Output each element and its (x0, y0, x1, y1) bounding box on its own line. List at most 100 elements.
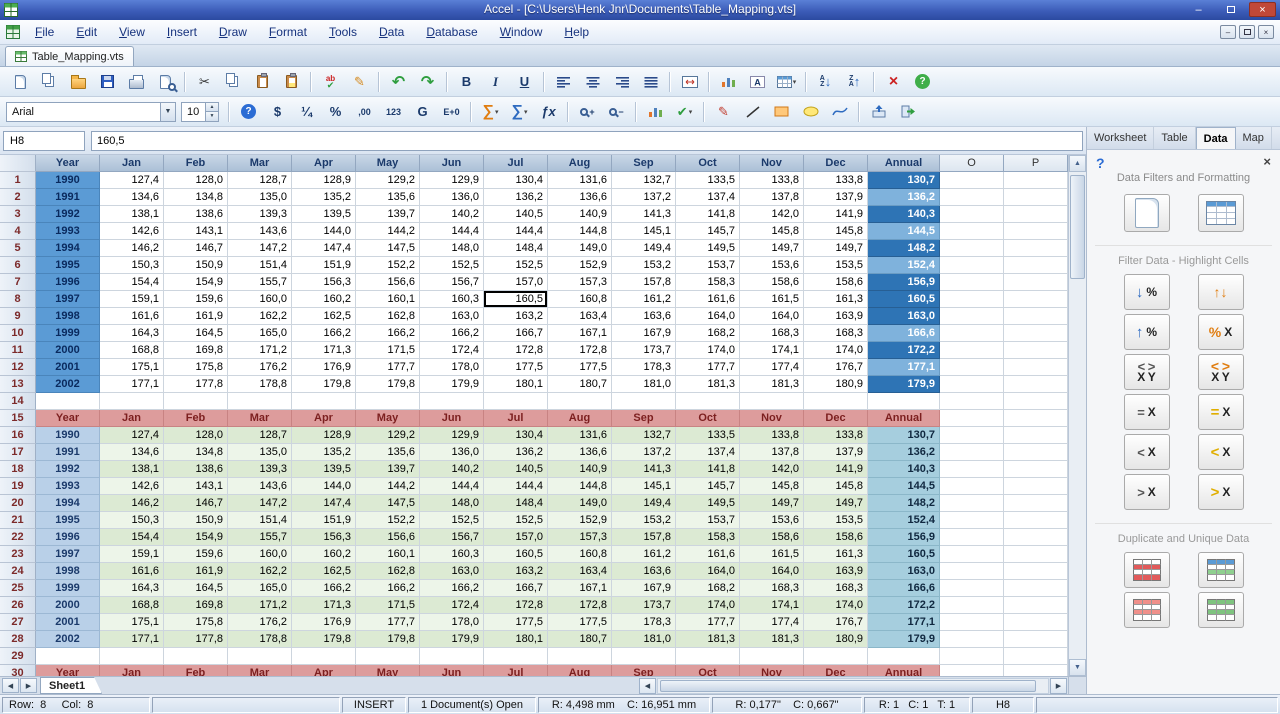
cell-L15[interactable]: Nov (740, 410, 804, 427)
cell-B30[interactable]: Jan (100, 665, 164, 676)
row-header-3[interactable]: 3 (0, 206, 36, 223)
cell-H5[interactable]: 148,4 (484, 240, 548, 257)
cell-O14[interactable] (940, 393, 1004, 410)
export-data-button[interactable] (894, 100, 921, 124)
cell-D1[interactable]: 128,7 (228, 172, 292, 189)
cell-K24[interactable]: 164,0 (676, 563, 740, 580)
cell-C16[interactable]: 128,0 (164, 427, 228, 444)
cell-D30[interactable]: Mar (228, 665, 292, 676)
window-minimize-button[interactable]: – (1185, 2, 1212, 17)
cell-P22[interactable] (1004, 529, 1068, 546)
menu-draw[interactable]: Draw (208, 25, 258, 39)
cell-I24[interactable]: 163,4 (548, 563, 612, 580)
column-header-B[interactable]: Jan (100, 155, 164, 172)
cell-H24[interactable]: 163,2 (484, 563, 548, 580)
cell-J18[interactable]: 141,3 (612, 461, 676, 478)
cell-K6[interactable]: 153,7 (676, 257, 740, 274)
cell-J21[interactable]: 153,2 (612, 512, 676, 529)
cell-L28[interactable]: 181,3 (740, 631, 804, 648)
scroll-down-icon[interactable]: ▼ (1069, 659, 1086, 676)
cell-F8[interactable]: 160,1 (356, 291, 420, 308)
cell-K12[interactable]: 177,7 (676, 359, 740, 376)
cell-L9[interactable]: 164,0 (740, 308, 804, 325)
row-header-1[interactable]: 1 (0, 172, 36, 189)
cell-H18[interactable]: 140,5 (484, 461, 548, 478)
greater-than-x-highlight-button[interactable]: >X (1198, 474, 1244, 510)
top-percent-button[interactable]: ↑% (1124, 314, 1170, 350)
cell-O2[interactable] (940, 189, 1004, 206)
hscroll-left-icon[interactable]: ◀ (639, 678, 656, 694)
cell-D27[interactable]: 176,2 (228, 614, 292, 631)
cell-J16[interactable]: 132,7 (612, 427, 676, 444)
cell-I14[interactable] (548, 393, 612, 410)
cell-P16[interactable] (1004, 427, 1068, 444)
cell-C30[interactable]: Feb (164, 665, 228, 676)
cell-C9[interactable]: 161,9 (164, 308, 228, 325)
cell-D26[interactable]: 171,2 (228, 597, 292, 614)
cell-H27[interactable]: 177,5 (484, 614, 548, 631)
cell-H12[interactable]: 177,5 (484, 359, 548, 376)
row-header-20[interactable]: 20 (0, 495, 36, 512)
cell-G18[interactable]: 140,2 (420, 461, 484, 478)
font-size-spinner[interactable]: ▲▼ (205, 103, 218, 121)
cell-O4[interactable] (940, 223, 1004, 240)
menu-format[interactable]: Format (258, 25, 318, 39)
redo-button[interactable]: ↷ (414, 70, 441, 94)
cell-B15[interactable]: Jan (100, 410, 164, 427)
cell-O21[interactable] (940, 512, 1004, 529)
cell-O19[interactable] (940, 478, 1004, 495)
extract-unique-rows-button[interactable] (1198, 592, 1244, 628)
cell-E4[interactable]: 144,0 (292, 223, 356, 240)
menu-insert[interactable]: Insert (156, 25, 208, 39)
cell-A3[interactable]: 1992 (36, 206, 100, 223)
cell-O29[interactable] (940, 648, 1004, 665)
cell-O30[interactable] (940, 665, 1004, 676)
align-left-button[interactable] (550, 70, 577, 94)
cell-G5[interactable]: 148,0 (420, 240, 484, 257)
paste-button[interactable] (249, 70, 276, 94)
cell-G13[interactable]: 179,9 (420, 376, 484, 393)
cell-K13[interactable]: 181,3 (676, 376, 740, 393)
cell-H14[interactable] (484, 393, 548, 410)
data-validation-button[interactable]: ✔▾ (671, 100, 698, 124)
cell-I25[interactable]: 167,1 (548, 580, 612, 597)
column-header-O[interactable]: O (940, 155, 1004, 172)
cell-E22[interactable]: 156,3 (292, 529, 356, 546)
cell-H10[interactable]: 166,7 (484, 325, 548, 342)
cell-N2[interactable]: 136,2 (868, 189, 940, 206)
cell-L25[interactable]: 168,3 (740, 580, 804, 597)
cell-L17[interactable]: 137,8 (740, 444, 804, 461)
cell-D15[interactable]: Mar (228, 410, 292, 427)
cell-J22[interactable]: 157,8 (612, 529, 676, 546)
scientific-format-button[interactable]: E+0 (438, 100, 465, 124)
cell-I17[interactable]: 136,6 (548, 444, 612, 461)
cell-G3[interactable]: 140,2 (420, 206, 484, 223)
cell-A10[interactable]: 1999 (36, 325, 100, 342)
cell-J17[interactable]: 137,2 (612, 444, 676, 461)
panel-tab-map[interactable]: Map (1236, 127, 1272, 149)
cell-A19[interactable]: 1993 (36, 478, 100, 495)
cell-I1[interactable]: 131,6 (548, 172, 612, 189)
cell-N15[interactable]: Annual (868, 410, 940, 427)
cell-F25[interactable]: 166,2 (356, 580, 420, 597)
cell-E10[interactable]: 166,2 (292, 325, 356, 342)
cell-L6[interactable]: 153,6 (740, 257, 804, 274)
sort-descending-button[interactable]: ZA↑ (841, 70, 868, 94)
cell-B4[interactable]: 142,6 (100, 223, 164, 240)
zoom-out-button[interactable]: − (603, 100, 630, 124)
cell-C11[interactable]: 169,8 (164, 342, 228, 359)
cell-G8[interactable]: 160,3 (420, 291, 484, 308)
cell-D4[interactable]: 143,6 (228, 223, 292, 240)
row-header-13[interactable]: 13 (0, 376, 36, 393)
column-header-P[interactable]: P (1004, 155, 1068, 172)
cell-M13[interactable]: 180,9 (804, 376, 868, 393)
highlight-unique-rows-button[interactable] (1198, 552, 1244, 588)
number-format-button[interactable]: 123 (380, 100, 407, 124)
cell-K20[interactable]: 149,5 (676, 495, 740, 512)
cell-A7[interactable]: 1996 (36, 274, 100, 291)
cell-N11[interactable]: 172,2 (868, 342, 940, 359)
cell-H11[interactable]: 172,8 (484, 342, 548, 359)
cell-I16[interactable]: 131,6 (548, 427, 612, 444)
cell-I18[interactable]: 140,9 (548, 461, 612, 478)
currency-format-button[interactable]: $ (264, 100, 291, 124)
